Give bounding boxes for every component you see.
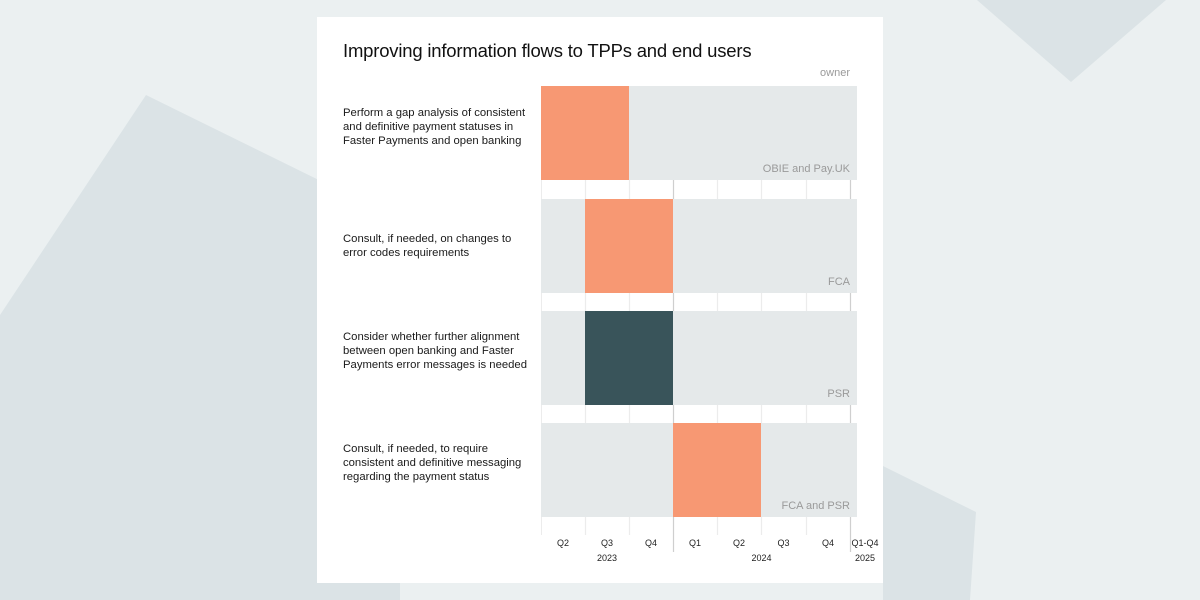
- quarter-tick-label: Q2: [733, 538, 745, 548]
- quarter-tick-label: Q3: [777, 538, 789, 548]
- quarter-tick-label: Q1-Q4: [851, 538, 878, 548]
- task-bar-3: [585, 311, 673, 405]
- background-shape-bottom-right: [883, 466, 976, 600]
- quarter-tick-label: Q4: [645, 538, 657, 548]
- quarter-tick-label: Q2: [557, 538, 569, 548]
- year-label: 2024: [751, 553, 771, 563]
- quarter-tick-label: Q1: [689, 538, 701, 548]
- task-bar-1: [541, 86, 629, 180]
- owner-label-1: OBIE and Pay.UK: [763, 163, 851, 175]
- gantt-chart: OBIE and Pay.UK FCA PSR FCA and PSR Q2 Q3 Q4 Q1…: [541, 86, 879, 563]
- year-label: 2023: [597, 553, 617, 563]
- year-label: 2025: [855, 553, 875, 563]
- owner-label-2: FCA: [828, 276, 851, 288]
- task-bar-4: [673, 423, 761, 517]
- task-bar-2: [585, 199, 673, 293]
- roadmap-card: Improving information flows to TPPs and …: [317, 17, 883, 583]
- quarter-tick-label: Q3: [601, 538, 613, 548]
- quarter-tick-label: Q4: [822, 538, 834, 548]
- owner-label-3: PSR: [827, 388, 850, 400]
- background-shape-top-right: [977, 0, 1166, 82]
- owner-label-4: FCA and PSR: [782, 500, 851, 512]
